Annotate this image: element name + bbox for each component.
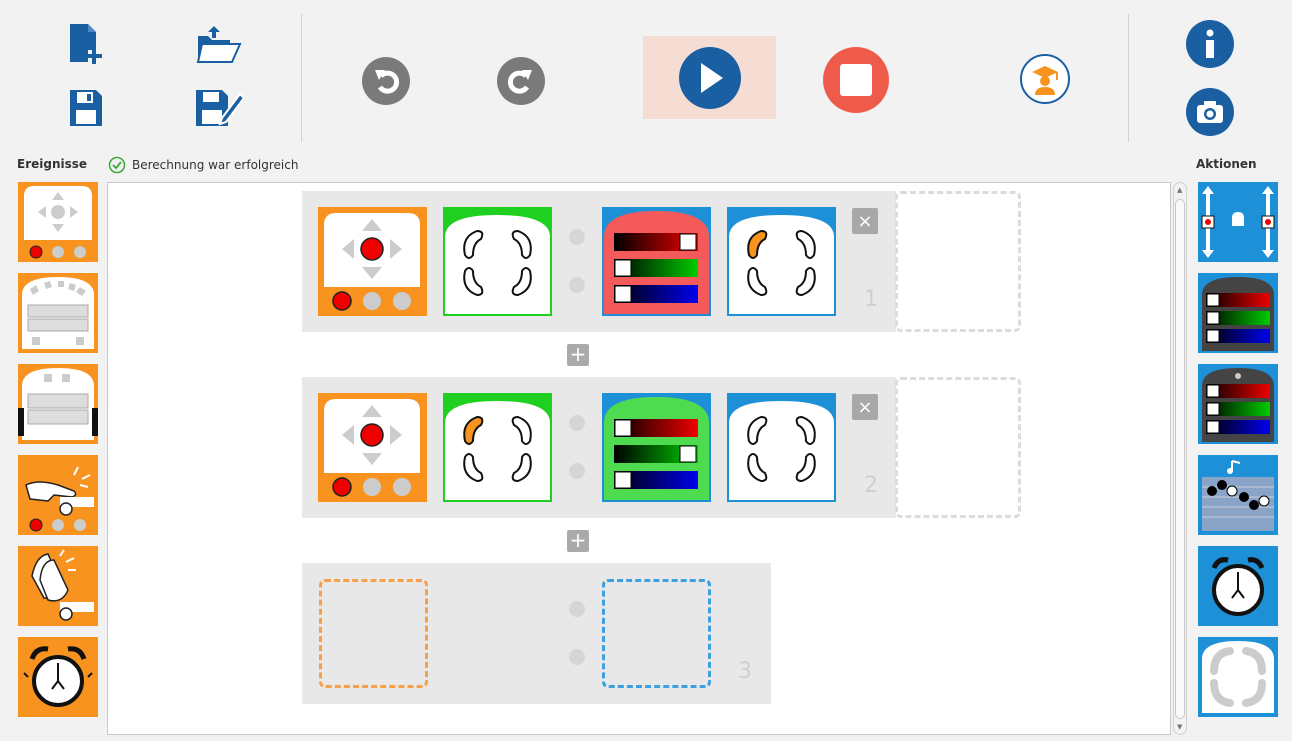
event-timer-tile[interactable] xyxy=(18,637,98,717)
info-button[interactable] xyxy=(1186,20,1234,68)
state-action-block[interactable] xyxy=(727,393,836,502)
save-as-button[interactable] xyxy=(194,86,244,130)
state-circle-icon xyxy=(1202,641,1274,713)
delete-pair-button[interactable]: × xyxy=(852,394,878,420)
event-tap-tile[interactable] xyxy=(18,455,98,535)
proximity-sensors-icon xyxy=(22,277,94,349)
toolbar-separator xyxy=(1128,14,1129,142)
new-file-button[interactable] xyxy=(66,22,106,66)
clap-icon xyxy=(31,549,94,621)
event-action-pair-2: × 2 xyxy=(302,377,896,518)
state-circle-icon xyxy=(445,215,550,314)
action-top-color-tile[interactable] xyxy=(1198,273,1278,353)
action-music-tile[interactable] xyxy=(1198,455,1278,535)
plus-icon: + xyxy=(569,342,587,366)
timer-clock-icon xyxy=(1211,557,1265,616)
check-circle-icon xyxy=(108,156,126,174)
state-circle-icon xyxy=(729,215,834,314)
alarm-clock-icon xyxy=(23,646,93,707)
action-bottom-color-tile[interactable] xyxy=(1198,364,1278,444)
status-message: Berechnung war erfolgreich xyxy=(108,156,298,174)
new-file-icon xyxy=(70,24,102,64)
scroll-up-icon[interactable]: ▲ xyxy=(1177,186,1182,194)
screenshot-button[interactable] xyxy=(1186,88,1234,136)
state-circle-icon xyxy=(445,401,550,500)
state-filter-block[interactable] xyxy=(443,393,552,502)
delete-pair-button[interactable]: × xyxy=(852,208,878,234)
empty-action-slot[interactable] xyxy=(602,579,711,688)
action-motors-tile[interactable] xyxy=(1198,182,1278,262)
redo-icon xyxy=(507,70,532,94)
camera-icon xyxy=(1197,101,1223,123)
event-buttons-tile[interactable] xyxy=(18,182,98,262)
toolbar xyxy=(0,0,1292,150)
save-as-icon xyxy=(196,90,244,126)
undo-icon xyxy=(375,70,400,94)
action-timer-tile[interactable] xyxy=(1198,546,1278,626)
stop-icon xyxy=(840,64,872,96)
open-button[interactable] xyxy=(194,22,244,66)
connector-dot xyxy=(569,229,585,245)
action-state-tile[interactable] xyxy=(1198,637,1278,717)
connector-dot xyxy=(569,277,585,293)
plus-icon: + xyxy=(569,528,587,552)
teacher-button[interactable] xyxy=(1020,54,1070,104)
undo-button[interactable] xyxy=(362,57,410,105)
event-action-pair-3: 3 xyxy=(302,563,771,704)
bottom-color-icon xyxy=(1202,368,1274,442)
buttons-event-block[interactable] xyxy=(318,207,427,316)
scroll-thumb[interactable] xyxy=(1175,199,1185,719)
graduate-icon xyxy=(1032,66,1058,95)
play-icon xyxy=(678,46,741,109)
robot-buttons-icon xyxy=(324,399,420,497)
vertical-scrollbar[interactable]: ▲ ▼ xyxy=(1173,182,1187,735)
save-icon xyxy=(70,90,102,126)
state-circle-icon xyxy=(729,401,834,500)
state-action-block[interactable] xyxy=(727,207,836,316)
empty-event-slot[interactable] xyxy=(319,579,428,688)
state-filter-block[interactable] xyxy=(443,207,552,316)
close-icon: × xyxy=(857,210,873,232)
top-color-action-block[interactable] xyxy=(602,207,711,316)
event-proximity-tile[interactable] xyxy=(18,273,98,353)
connector-dot xyxy=(569,649,585,665)
tap-icon xyxy=(25,466,94,532)
info-icon xyxy=(1206,29,1214,58)
status-text: Berechnung war erfolgreich xyxy=(132,158,299,172)
actions-label: Aktionen xyxy=(1196,157,1257,171)
top-color-icon xyxy=(1202,277,1274,351)
top-color-icon xyxy=(604,211,709,314)
open-folder-icon xyxy=(196,26,242,63)
ground-sensors-icon xyxy=(18,368,98,440)
run-button[interactable] xyxy=(643,36,776,119)
top-color-action-block[interactable] xyxy=(602,393,711,502)
connector-dot xyxy=(569,601,585,617)
robot-buttons-icon xyxy=(324,213,420,311)
empty-action-slot[interactable] xyxy=(895,191,1021,332)
robot-buttons-icon xyxy=(24,186,92,259)
event-ground-tile[interactable] xyxy=(18,364,98,444)
top-color-icon xyxy=(604,397,709,500)
add-pair-button[interactable]: + xyxy=(567,344,589,366)
redo-button[interactable] xyxy=(497,57,545,105)
music-notes-icon xyxy=(1202,460,1274,531)
add-pair-button[interactable]: + xyxy=(567,530,589,552)
scroll-down-icon[interactable]: ▼ xyxy=(1177,723,1182,731)
close-icon: × xyxy=(857,396,873,418)
save-button[interactable] xyxy=(66,86,106,130)
pair-number: 3 xyxy=(738,659,752,684)
event-clap-tile[interactable] xyxy=(18,546,98,626)
connector-dot xyxy=(569,463,585,479)
empty-action-slot[interactable] xyxy=(895,377,1021,518)
pair-number: 2 xyxy=(864,473,878,498)
event-action-pair-1: × 1 xyxy=(302,191,896,332)
stop-button[interactable] xyxy=(823,47,889,113)
motors-icon xyxy=(1201,186,1275,258)
toolbar-separator xyxy=(301,14,302,142)
program-canvas[interactable]: × 1 + × 2 + 3 xyxy=(107,182,1171,735)
connector-dot xyxy=(569,415,585,431)
events-label: Ereignisse xyxy=(17,157,88,171)
pair-number: 1 xyxy=(864,287,878,312)
buttons-event-block[interactable] xyxy=(318,393,427,502)
